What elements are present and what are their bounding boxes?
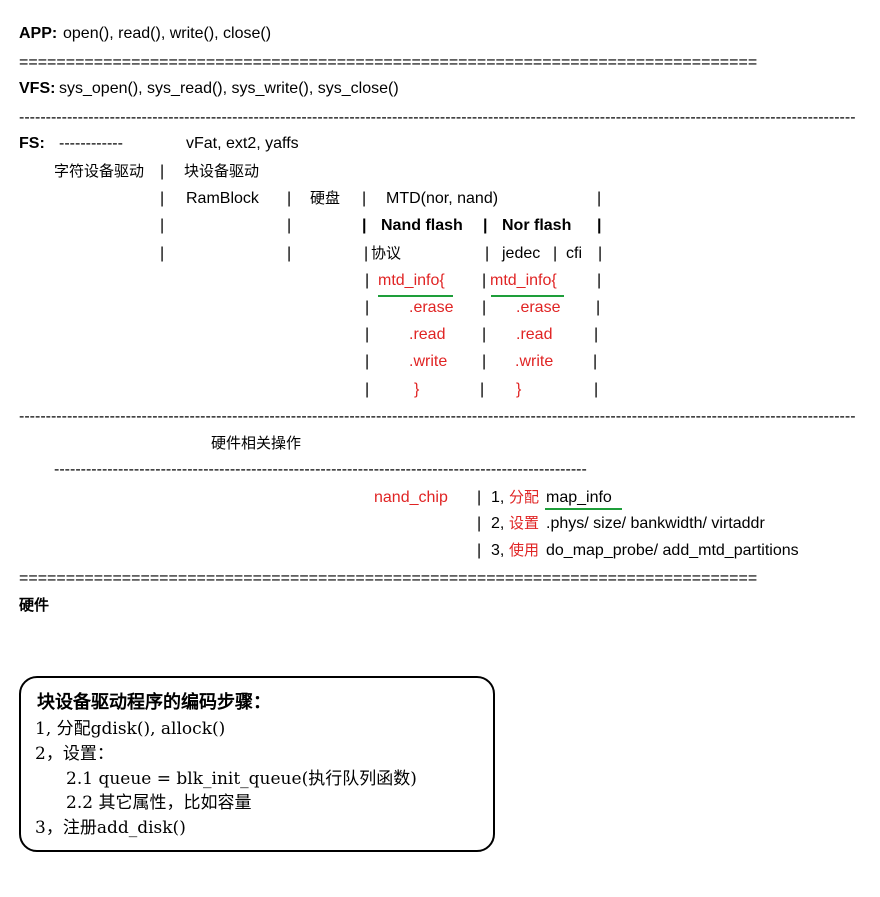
mtd-label: MTD(nor, nand): [386, 190, 499, 207]
app-label: APP:: [19, 25, 58, 42]
nor-read: .read: [516, 326, 553, 343]
jedec-label: jedec: [502, 245, 541, 262]
steps-line-1: 1, 分配gdisk(), allock(): [35, 719, 226, 739]
vfs-calls: sys_open(), sys_read(), sys_write(), sys…: [59, 80, 399, 97]
short-rule: ----------------------------------------…: [54, 462, 587, 478]
sep: |: [597, 217, 602, 234]
step3-num: 3,: [491, 542, 505, 559]
sep: |: [160, 217, 165, 234]
steps-line-4: 2.2 其它属性，比如容量: [66, 793, 252, 813]
sep: |: [287, 217, 292, 234]
sep: |: [480, 381, 485, 398]
protocol-label: 协议: [371, 245, 402, 262]
step2-verb: 设置: [509, 515, 540, 532]
sep: |: [365, 299, 370, 316]
sep: |: [593, 353, 598, 370]
sep: |: [477, 489, 482, 506]
nand-close-brace: }: [414, 381, 420, 398]
sep: |: [482, 353, 487, 370]
sep: |: [287, 245, 292, 262]
sep: |: [160, 245, 165, 262]
map-info-underline: [545, 508, 622, 510]
app-calls: open(), read(), write(), close(): [63, 25, 272, 42]
block-driver-label: 块设备驱动: [184, 163, 260, 180]
harddisk-label: 硬盘: [310, 190, 341, 207]
single-rule-1: ----------------------------------------…: [19, 110, 856, 126]
step3-obj: do_map_probe/ add_mtd_partitions: [546, 542, 799, 559]
sep: |: [598, 245, 603, 262]
nand-mtd-info-underline: [378, 295, 453, 297]
steps-line-2: 2，设置：: [35, 744, 114, 764]
double-rule-1: ========================================…: [19, 55, 758, 71]
nand-read: .read: [409, 326, 446, 343]
sep: |: [365, 381, 370, 398]
nor-close-brace: }: [516, 381, 522, 398]
sep: |: [596, 299, 601, 316]
fs-dashes: ------------: [59, 135, 123, 152]
step3-verb: 使用: [509, 542, 540, 559]
sep: |: [553, 245, 558, 262]
sep: |: [482, 272, 487, 289]
sep: |: [364, 245, 369, 262]
steps-line-5: 3，注册add_disk(): [35, 818, 186, 838]
char-driver-label: 字符设备驱动: [54, 163, 145, 180]
sep: |: [482, 299, 487, 316]
nor-write: .write: [515, 353, 554, 370]
step2-obj: .phys/ size/ bankwidth/ virtaddr: [546, 515, 765, 532]
sep: |: [160, 163, 165, 180]
nor-erase: .erase: [516, 299, 561, 316]
sep: |: [597, 272, 602, 289]
sep: |: [477, 515, 482, 532]
sep: |: [485, 245, 490, 262]
sep: |: [594, 326, 599, 343]
hardware-label: 硬件: [19, 597, 50, 614]
sep: |: [365, 326, 370, 343]
step1-num: 1,: [491, 489, 505, 506]
nor-mtd-info-underline: [491, 295, 564, 297]
ramblock-label: RamBlock: [186, 190, 259, 207]
step2-num: 2,: [491, 515, 505, 532]
sep: |: [483, 217, 488, 234]
nor-mtd-info: mtd_info{: [490, 272, 557, 289]
nand-flash-label: Nand flash: [381, 217, 463, 234]
sep: |: [362, 190, 367, 207]
sep: |: [365, 272, 370, 289]
sep: |: [594, 381, 599, 398]
sep: |: [160, 190, 165, 207]
sep: |: [477, 542, 482, 559]
nor-flash-label: Nor flash: [502, 217, 572, 234]
coding-steps-box: 块设备驱动程序的编码步骤： 1, 分配gdisk(), allock() 2，设…: [19, 676, 495, 852]
sep: |: [365, 353, 370, 370]
step1-verb: 分配: [509, 489, 540, 506]
nand-write: .write: [409, 353, 448, 370]
hardware-ops-title: 硬件相关操作: [211, 435, 302, 452]
step1-obj: map_info: [546, 489, 612, 506]
sep: |: [287, 190, 292, 207]
cfi-label: cfi: [566, 245, 582, 262]
sep: |: [597, 190, 602, 207]
fs-label: FS:: [19, 135, 45, 152]
fs-filesystems: vFat, ext2, yaffs: [186, 135, 299, 152]
sep: |: [362, 217, 367, 234]
nand-mtd-info: mtd_info{: [378, 272, 445, 289]
nand-chip-label: nand_chip: [374, 489, 448, 506]
vfs-label: VFS:: [19, 80, 56, 97]
double-rule-2: ========================================…: [19, 571, 758, 587]
sep: |: [482, 326, 487, 343]
single-rule-2: ----------------------------------------…: [19, 409, 856, 425]
steps-line-3: 2.1 queue = blk_init_queue(执行队列函数): [66, 769, 417, 789]
steps-title: 块设备驱动程序的编码步骤：: [37, 692, 271, 713]
nand-erase: .erase: [409, 299, 454, 316]
